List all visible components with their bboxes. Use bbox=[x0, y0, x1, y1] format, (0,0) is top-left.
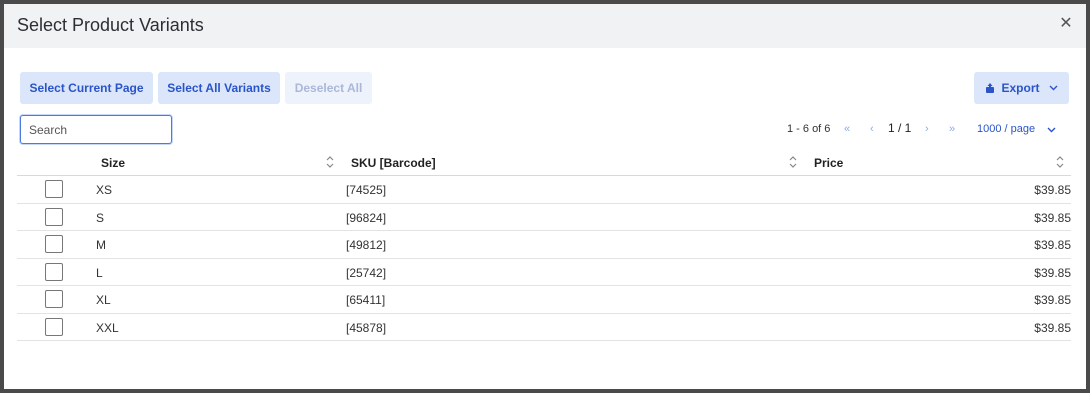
page-size-chevron-icon[interactable] bbox=[1047, 127, 1056, 133]
next-page-icon[interactable]: › bbox=[925, 122, 929, 136]
size-cell: XXL bbox=[96, 320, 119, 335]
select-variants-modal: Select Product Variants ✕ Select Current… bbox=[4, 4, 1086, 389]
size-cell: S bbox=[96, 210, 105, 225]
row-checkbox[interactable] bbox=[45, 290, 63, 308]
modal-title: Select Product Variants bbox=[17, 15, 204, 35]
table-row: XS [74525] $39.85 bbox=[17, 176, 1071, 204]
close-icon[interactable]: ✕ bbox=[1056, 14, 1076, 34]
size-cell: XS bbox=[96, 183, 113, 197]
price-cell: $39.85 bbox=[1034, 265, 1071, 280]
column-header-price[interactable]: Price bbox=[814, 156, 843, 170]
table-row: S [96824] $39.85 bbox=[17, 204, 1071, 231]
first-page-icon[interactable]: « bbox=[844, 122, 850, 136]
column-header-size[interactable]: Size bbox=[101, 156, 125, 170]
search-input[interactable] bbox=[20, 115, 172, 144]
table-row: XL [65411] $39.85 bbox=[17, 286, 1071, 314]
sku-cell: [74525] bbox=[346, 183, 387, 197]
price-cell: $39.85 bbox=[1034, 183, 1071, 197]
export-label: Export bbox=[1001, 81, 1040, 95]
row-checkbox[interactable] bbox=[45, 180, 63, 198]
price-cell: $39.85 bbox=[1034, 210, 1071, 225]
chevron-down-icon bbox=[1049, 85, 1057, 91]
pagination-range: 1 - 6 of 6 bbox=[787, 123, 831, 135]
size-cell: L bbox=[96, 265, 103, 280]
sku-cell: [49812] bbox=[346, 238, 387, 252]
row-checkbox[interactable] bbox=[45, 207, 63, 226]
row-checkbox[interactable] bbox=[45, 317, 63, 336]
variants-table: Size SKU [Barcode] Price XS [74525] $39.… bbox=[17, 152, 1071, 341]
last-page-icon[interactable]: » bbox=[949, 122, 955, 136]
page-indicator: 1 / 1 bbox=[888, 121, 912, 135]
table-row: M [49812] $39.85 bbox=[17, 231, 1071, 259]
row-checkbox[interactable] bbox=[45, 262, 63, 281]
sku-cell: [25742] bbox=[346, 265, 387, 280]
deselect-all-button: Deselect All bbox=[285, 72, 372, 104]
sort-icon[interactable] bbox=[789, 155, 797, 169]
size-cell: XL bbox=[96, 293, 111, 307]
select-all-variants-button[interactable]: Select All Variants bbox=[158, 72, 280, 104]
price-cell: $39.85 bbox=[1034, 293, 1071, 307]
prev-page-icon[interactable]: ‹ bbox=[870, 122, 874, 136]
sku-cell: [45878] bbox=[346, 320, 387, 335]
export-icon bbox=[986, 83, 995, 93]
price-cell: $39.85 bbox=[1034, 320, 1071, 335]
table-row: XXL [45878] $39.85 bbox=[17, 314, 1071, 341]
select-current-page-button[interactable]: Select Current Page bbox=[20, 72, 153, 104]
modal-header: Select Product Variants ✕ bbox=[4, 4, 1086, 48]
export-button[interactable]: Export bbox=[974, 72, 1069, 104]
price-cell: $39.85 bbox=[1034, 238, 1071, 252]
row-checkbox[interactable] bbox=[45, 235, 63, 253]
table-row: L [25742] $39.85 bbox=[17, 259, 1071, 286]
size-cell: M bbox=[96, 238, 106, 252]
sort-icon[interactable] bbox=[1056, 155, 1064, 169]
sku-cell: [65411] bbox=[346, 293, 386, 307]
sort-icon[interactable] bbox=[326, 155, 334, 169]
table-header: Size SKU [Barcode] Price bbox=[17, 152, 1071, 176]
column-header-sku[interactable]: SKU [Barcode] bbox=[351, 156, 436, 170]
sku-cell: [96824] bbox=[346, 210, 387, 225]
page-size-select[interactable]: 1000 / page bbox=[977, 122, 1035, 136]
